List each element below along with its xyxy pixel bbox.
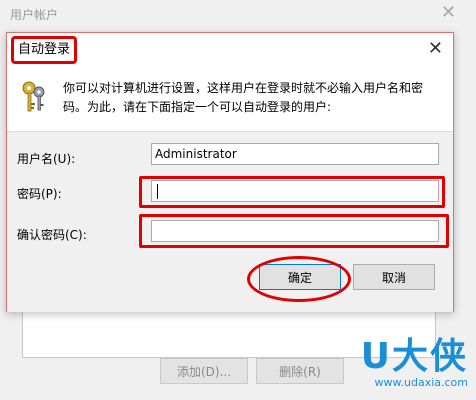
confirm-password-label: 确认密码(C): xyxy=(17,228,87,242)
text-caret xyxy=(157,184,158,199)
password-field[interactable] xyxy=(151,180,439,202)
auto-login-dialog: 自动登录 ✕ 你可以对计算机进行设置，这样用户在登录时就不必输入用户名和密码。为… xyxy=(6,32,454,312)
remove-user-button[interactable]: 删除(R) xyxy=(256,358,344,384)
cancel-button[interactable]: 取消 xyxy=(353,264,435,290)
close-icon[interactable]: ✕ xyxy=(428,38,443,59)
watermark-url: www.udaxia.com xyxy=(374,376,468,389)
add-user-button[interactable]: 添加(D)... xyxy=(160,358,248,384)
username-label: 用户名(U): xyxy=(17,152,76,166)
confirm-password-field[interactable] xyxy=(151,220,439,242)
background-close-icon[interactable]: ✕ xyxy=(441,2,456,23)
info-area: 你可以对计算机进行设置，这样用户在登录时就不必输入用户名和密码。为此，请在下面指… xyxy=(7,69,453,129)
username-field[interactable]: Administrator xyxy=(151,143,439,165)
dialog-description: 你可以对计算机进行设置，这样用户在登录时就不必输入用户名和密码。为此，请在下面指… xyxy=(63,81,424,114)
credentials-form: 用户名(U): Administrator 密码(P): 确认密码(C): 确定… xyxy=(7,131,453,312)
keys-icon xyxy=(22,81,45,112)
dialog-title: 自动登录 xyxy=(11,36,78,64)
password-label: 密码(P): xyxy=(17,187,62,201)
watermark-logo: U大侠 xyxy=(360,336,468,377)
watermark: U大侠 www.udaxia.com xyxy=(360,336,468,390)
ok-button[interactable]: 确定 xyxy=(259,264,341,290)
background-window-title: 用户帐户 xyxy=(10,8,59,22)
